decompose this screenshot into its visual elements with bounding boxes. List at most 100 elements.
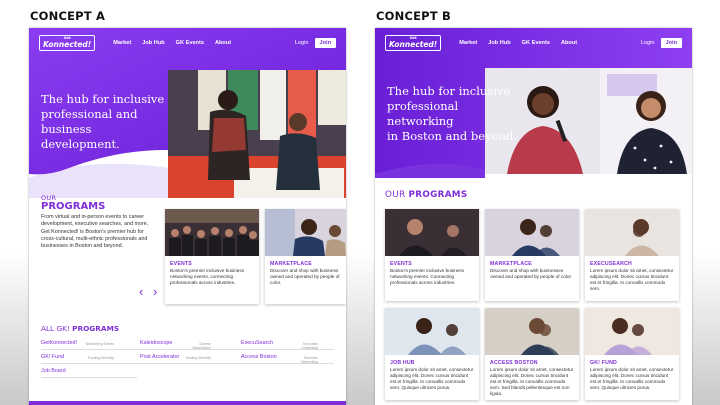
hero-line-2: professional networking bbox=[387, 99, 459, 128]
logo[interactable]: Get Konnected! bbox=[385, 34, 442, 52]
program-card-events[interactable]: EVENTS Boston's premier inclusive busine… bbox=[385, 209, 479, 301]
card-desc: Lorem ipsum dolor sit amet, consectetur … bbox=[590, 268, 674, 291]
program-tag: Diverse Marketplace bbox=[192, 342, 211, 350]
hero-photo bbox=[168, 70, 346, 198]
programs-heading: PROGRAMS bbox=[41, 201, 106, 212]
card-photo-art bbox=[485, 308, 579, 355]
card-title: MARKETPLACE bbox=[490, 261, 532, 267]
programs-heading: OUR PROGRAMS bbox=[385, 190, 468, 200]
card-photo-art bbox=[585, 308, 679, 355]
join-button[interactable]: Join bbox=[314, 38, 336, 48]
program-card-access-boston[interactable]: ACCESS BOSTON Lorem ipsum dolor sit amet… bbox=[485, 308, 579, 400]
card-events-image bbox=[165, 209, 259, 256]
concept-a-label: CONCEPT A bbox=[30, 9, 106, 23]
program-link[interactable]: Kaleidoscope bbox=[140, 340, 172, 346]
card-photo-art bbox=[385, 209, 479, 256]
card-events-desc: Boston's premier inclusive business netw… bbox=[170, 268, 245, 285]
program-tag: Scaling Diversity bbox=[185, 356, 211, 360]
hero-line-1: The hub for inclusive bbox=[41, 92, 165, 106]
card-execusearch-image bbox=[585, 209, 679, 256]
hero-line-2: professional and business bbox=[41, 107, 138, 136]
logo-konnected: Konnected! bbox=[43, 39, 92, 49]
program-link[interactable]: ExecuSearch bbox=[241, 340, 273, 346]
card-photo-art bbox=[385, 308, 479, 355]
main-nav: Get Konnected! Market Job Hub GK Events … bbox=[29, 28, 346, 58]
program-link[interactable]: GK! Fund bbox=[41, 354, 64, 360]
card-title: EVENTS bbox=[390, 261, 412, 267]
card-desc: Lorem ipsum dolor sit amet, consectetur … bbox=[490, 367, 574, 396]
nav-market[interactable]: Market bbox=[113, 40, 131, 46]
hero-headline: The hub for inclusive professional netwo… bbox=[387, 84, 527, 144]
program-card-marketplace[interactable]: MARKETPLACE Discover and shop with busin… bbox=[485, 209, 579, 301]
shopper-photo-art bbox=[265, 209, 346, 256]
nav-gk-events[interactable]: GK Events bbox=[176, 40, 204, 46]
card-marketplace-image bbox=[265, 209, 346, 256]
card-title: EXECUSEARCH bbox=[590, 261, 632, 267]
card-marketplace-image bbox=[485, 209, 579, 256]
program-card-job-hub[interactable]: JOB HUB Lorem ipsum dolor sit amet, cons… bbox=[385, 308, 479, 400]
program-card-events[interactable]: EVENTS Boston's premier inclusive busine… bbox=[165, 209, 259, 304]
hero-line-3: in Boston and beyond. bbox=[387, 129, 517, 143]
footer-bar bbox=[29, 401, 346, 405]
program-card-marketplace[interactable]: MARKETPLACE Discover and shop with busin… bbox=[265, 209, 346, 304]
program-tag: Business Networking bbox=[301, 356, 318, 364]
card-photo-art bbox=[485, 209, 579, 256]
hero-line-3: development. bbox=[41, 137, 120, 151]
card-marketplace-title: MARKETPLACE bbox=[270, 261, 312, 267]
card-title: JOB HUB bbox=[390, 360, 415, 366]
card-desc: Lorem ipsum dolor sit amet, consectetur … bbox=[390, 367, 474, 390]
program-link[interactable]: Access Boston bbox=[241, 354, 277, 360]
card-job-hub-image bbox=[385, 308, 479, 355]
carousel-prev-button[interactable]: ‹ bbox=[139, 285, 143, 298]
concept-b-label: CONCEPT B bbox=[376, 9, 451, 23]
nav-about[interactable]: About bbox=[215, 40, 231, 46]
program-link[interactable]: Job Board bbox=[41, 368, 66, 374]
nav-links: Market Job Hub GK Events About bbox=[113, 40, 231, 46]
card-events-title: EVENTS bbox=[170, 261, 192, 267]
card-gk-fund-image bbox=[585, 308, 679, 355]
card-access-boston-image bbox=[485, 308, 579, 355]
card-events-image bbox=[385, 209, 479, 256]
program-tag: Executive Leadership bbox=[301, 342, 318, 350]
program-link[interactable]: Post Accelerator bbox=[140, 354, 179, 360]
concept-a-mockup: Get Konnected! Market Job Hub GK Events … bbox=[29, 28, 346, 405]
nav-job-hub[interactable]: Job Hub bbox=[488, 40, 510, 46]
logo-konnected: Konnected! bbox=[389, 39, 438, 49]
hero-headline: The hub for inclusive professional and b… bbox=[41, 92, 181, 152]
programs-intro: From virtual and in-person events to car… bbox=[41, 214, 149, 250]
nav-job-hub[interactable]: Job Hub bbox=[142, 40, 164, 46]
programs-word: PROGRAMS bbox=[408, 190, 468, 200]
nav-links: Market Job Hub GK Events About bbox=[459, 40, 577, 46]
card-desc: Discover and shop with businesses owned … bbox=[490, 268, 573, 279]
card-marketplace-desc: Discover and shop with business owned an… bbox=[270, 268, 340, 285]
program-tag: Funding Diversity bbox=[87, 356, 114, 360]
logo[interactable]: Get Konnected! bbox=[39, 34, 96, 52]
join-button[interactable]: Join bbox=[660, 38, 682, 48]
crowd-photo-art bbox=[165, 209, 259, 256]
carousel-next-button[interactable]: › bbox=[153, 285, 157, 298]
all-programs-heading: ALL GK! PROGRAMS bbox=[41, 324, 119, 333]
login-link[interactable]: Login bbox=[641, 40, 655, 46]
card-photo-art bbox=[585, 209, 679, 256]
hero-line-1: The hub for inclusive bbox=[387, 84, 511, 98]
card-desc: Lorem ipsum dolor sit amet, consectetur … bbox=[590, 367, 674, 390]
program-card-gk-fund[interactable]: GK! FUND Lorem ipsum dolor sit amet, con… bbox=[585, 308, 679, 400]
card-desc: Boston's premier inclusive business netw… bbox=[390, 268, 465, 285]
nav-about[interactable]: About bbox=[561, 40, 577, 46]
nav-auth: Login Join bbox=[641, 38, 682, 48]
programs-our: OUR bbox=[385, 190, 406, 200]
program-tag: Networking Events bbox=[85, 342, 114, 346]
nav-gk-events[interactable]: GK Events bbox=[522, 40, 550, 46]
program-row-divider bbox=[41, 377, 137, 378]
event-photo-art bbox=[168, 70, 346, 198]
nav-market[interactable]: Market bbox=[459, 40, 477, 46]
concept-b-mockup: Get Konnected! Market Job Hub GK Events … bbox=[375, 28, 692, 405]
login-link[interactable]: Login bbox=[295, 40, 309, 46]
all-programs-suffix: PROGRAMS bbox=[72, 324, 120, 333]
card-title: GK! FUND bbox=[590, 360, 617, 366]
nav-auth: Login Join bbox=[295, 38, 336, 48]
card-title: ACCESS BOSTON bbox=[490, 360, 538, 366]
all-programs-prefix: ALL GK! bbox=[41, 324, 70, 333]
program-link[interactable]: GetKonnected! bbox=[41, 340, 77, 346]
program-card-execusearch[interactable]: EXECUSEARCH Lorem ipsum dolor sit amet, … bbox=[585, 209, 679, 301]
